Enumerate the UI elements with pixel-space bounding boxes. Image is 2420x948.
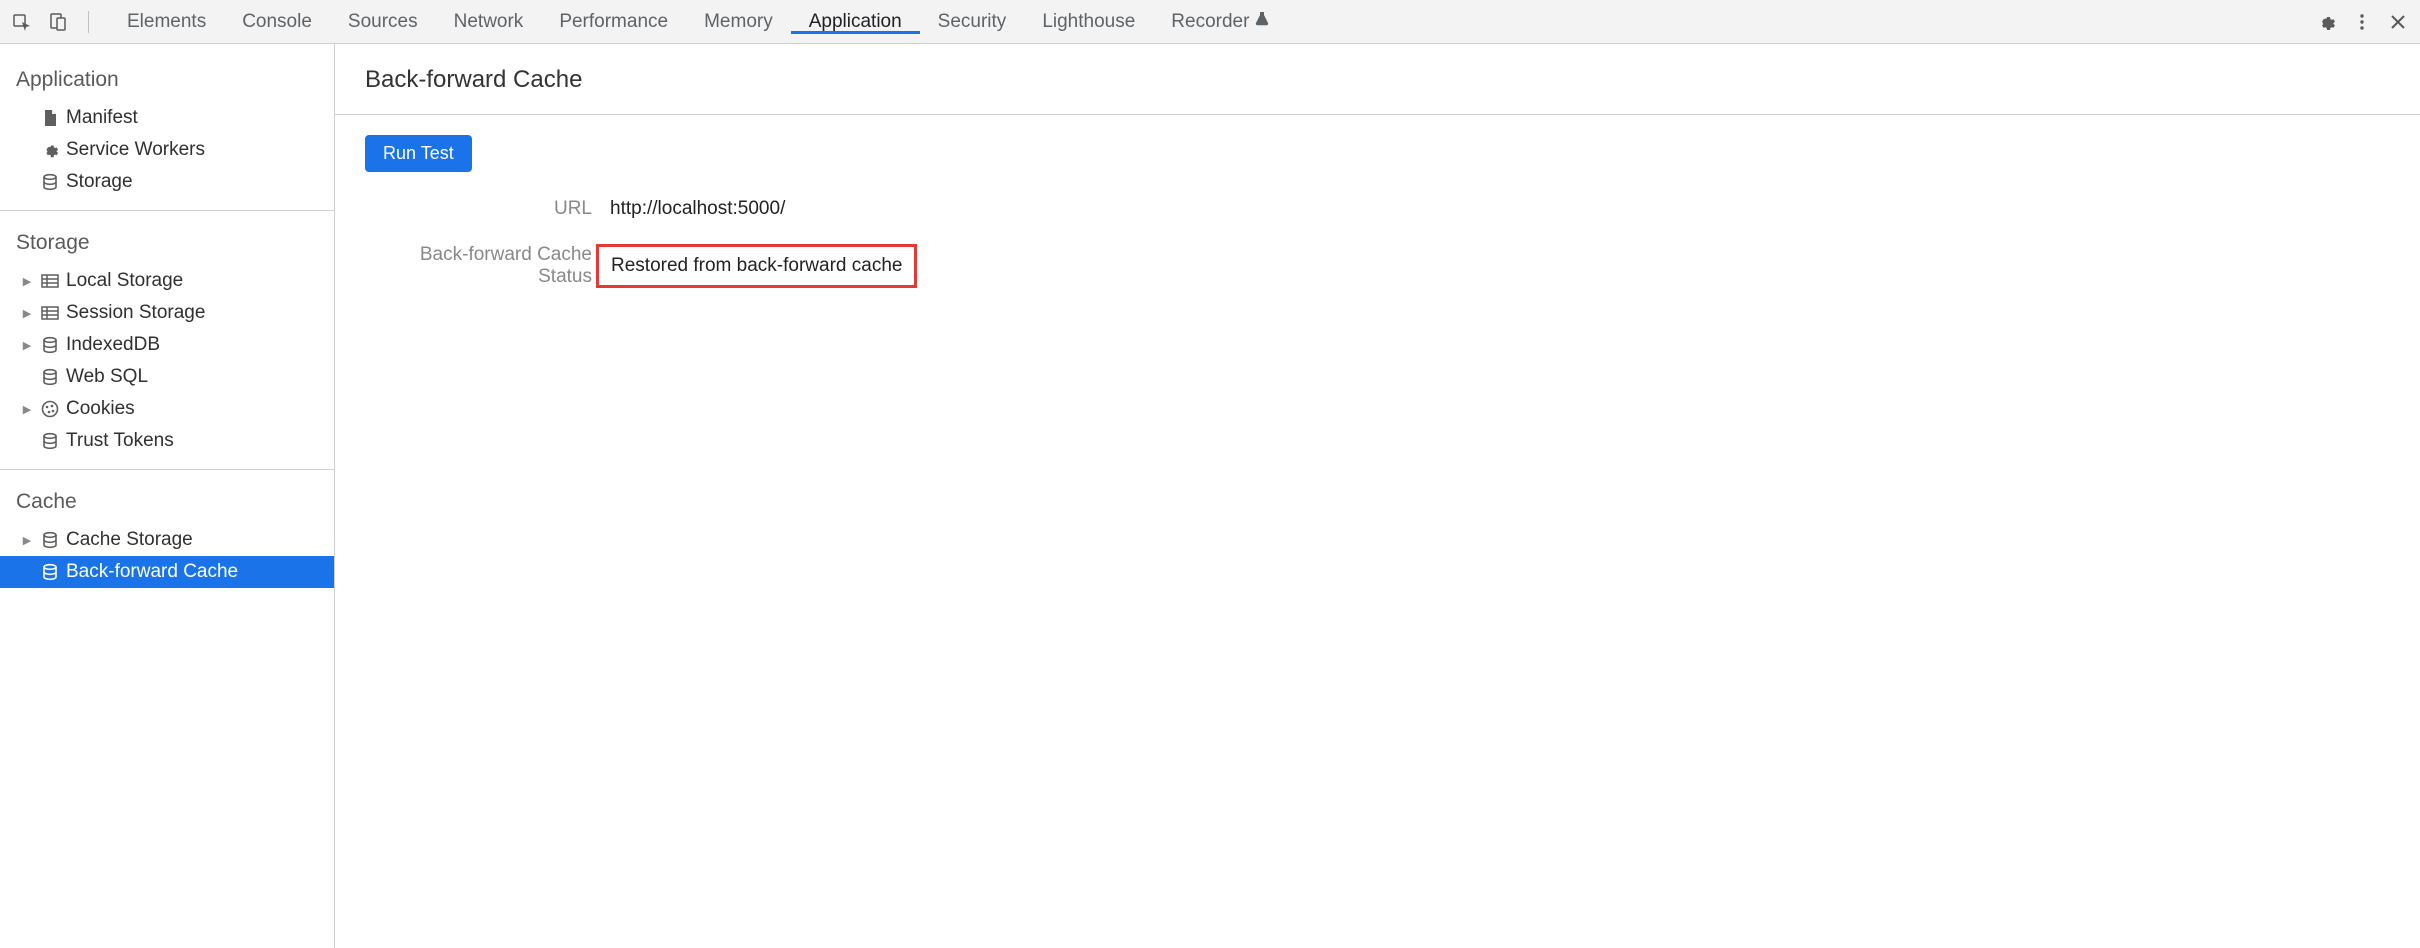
- sidebar-item-label: Cache Storage: [66, 529, 193, 551]
- tab-memory[interactable]: Memory: [686, 11, 791, 33]
- devtools-toolbar: Elements Console Sources Network Perform…: [0, 0, 2420, 44]
- inspect-element-icon[interactable]: [8, 8, 36, 36]
- tab-application[interactable]: Application: [791, 11, 920, 33]
- info-row-status: Back-forward Cache Status Restored from …: [365, 244, 2390, 288]
- tab-label: Security: [938, 11, 1007, 33]
- status-value: Restored from back-forward cache: [596, 244, 917, 288]
- database-icon: [40, 431, 60, 451]
- sidebar-divider: [0, 469, 334, 470]
- info-row-url: URL http://localhost:5000/: [365, 198, 2390, 220]
- database-icon: [40, 367, 60, 387]
- tab-label: Recorder: [1171, 11, 1249, 33]
- tab-recorder[interactable]: Recorder: [1153, 11, 1287, 33]
- sidebar-item-trust-tokens[interactable]: ▶ Trust Tokens: [0, 425, 334, 457]
- table-icon: [40, 303, 60, 323]
- table-icon: [40, 271, 60, 291]
- sidebar-item-label: IndexedDB: [66, 334, 160, 356]
- toolbar-divider: [88, 11, 89, 33]
- run-test-button[interactable]: Run Test: [365, 135, 472, 172]
- application-sidebar: Application ▶ Manifest ▶ Service Workers…: [0, 44, 335, 948]
- expand-arrow-icon[interactable]: ▶: [20, 339, 34, 352]
- sidebar-item-indexeddb[interactable]: ▶ IndexedDB: [0, 329, 334, 361]
- tab-network[interactable]: Network: [436, 11, 542, 33]
- tab-label: Lighthouse: [1042, 11, 1135, 33]
- tab-lighthouse[interactable]: Lighthouse: [1024, 11, 1153, 33]
- sidebar-section-application: Application: [0, 60, 334, 102]
- toolbar-right: [2312, 8, 2412, 36]
- sidebar-section-storage: Storage: [0, 223, 334, 265]
- content-area: Application ▶ Manifest ▶ Service Workers…: [0, 44, 2420, 948]
- tab-label: Sources: [348, 11, 418, 33]
- sidebar-item-label: Service Workers: [66, 139, 205, 161]
- database-icon: [40, 530, 60, 550]
- database-icon: [40, 172, 60, 192]
- sidebar-divider: [0, 210, 334, 211]
- kebab-menu-icon[interactable]: [2348, 8, 2376, 36]
- tab-label: Memory: [704, 11, 773, 33]
- close-icon[interactable]: [2384, 8, 2412, 36]
- database-icon: [40, 562, 60, 582]
- tab-label: Console: [242, 11, 312, 33]
- toolbar-left: Elements Console Sources Network Perform…: [8, 8, 1287, 36]
- sidebar-item-label: Cookies: [66, 398, 135, 420]
- status-label: Back-forward Cache Status: [365, 244, 610, 288]
- expand-arrow-icon[interactable]: ▶: [20, 307, 34, 320]
- url-value: http://localhost:5000/: [610, 198, 785, 220]
- page-title: Back-forward Cache: [335, 44, 2420, 115]
- sidebar-section-cache: Cache: [0, 482, 334, 524]
- sidebar-item-label: Storage: [66, 171, 133, 193]
- url-label: URL: [365, 198, 610, 220]
- expand-arrow-icon[interactable]: ▶: [20, 534, 34, 547]
- sidebar-item-label: Web SQL: [66, 366, 148, 388]
- sidebar-item-back-forward-cache[interactable]: ▶ Back-forward Cache: [0, 556, 334, 588]
- tab-sources[interactable]: Sources: [330, 11, 436, 33]
- sidebar-item-web-sql[interactable]: ▶ Web SQL: [0, 361, 334, 393]
- devtools-tabs: Elements Console Sources Network Perform…: [109, 11, 1287, 33]
- sidebar-item-label: Back-forward Cache: [66, 561, 238, 583]
- sidebar-item-manifest[interactable]: ▶ Manifest: [0, 102, 334, 134]
- sidebar-item-label: Trust Tokens: [66, 430, 174, 452]
- sidebar-item-storage[interactable]: ▶ Storage: [0, 166, 334, 198]
- tab-label: Network: [454, 11, 524, 33]
- tab-performance[interactable]: Performance: [541, 11, 686, 33]
- expand-arrow-icon[interactable]: ▶: [20, 403, 34, 416]
- tab-security[interactable]: Security: [920, 11, 1025, 33]
- flask-icon: [1255, 11, 1269, 33]
- sidebar-item-label: Local Storage: [66, 270, 183, 292]
- tab-label: Performance: [559, 11, 668, 33]
- sidebar-item-service-workers[interactable]: ▶ Service Workers: [0, 134, 334, 166]
- database-icon: [40, 335, 60, 355]
- tab-elements[interactable]: Elements: [109, 11, 224, 33]
- tab-console[interactable]: Console: [224, 11, 330, 33]
- device-toggle-icon[interactable]: [44, 8, 72, 36]
- document-icon: [40, 108, 60, 128]
- main-panel: Back-forward Cache Run Test URL http://l…: [335, 44, 2420, 948]
- tab-label: Application: [809, 11, 902, 33]
- sidebar-item-local-storage[interactable]: ▶ Local Storage: [0, 265, 334, 297]
- tab-label: Elements: [127, 11, 206, 33]
- sidebar-item-session-storage[interactable]: ▶ Session Storage: [0, 297, 334, 329]
- info-table: URL http://localhost:5000/ Back-forward …: [365, 198, 2390, 288]
- gear-icon: [40, 140, 60, 160]
- cookie-icon: [40, 399, 60, 419]
- settings-icon[interactable]: [2312, 8, 2340, 36]
- sidebar-item-label: Manifest: [66, 107, 138, 129]
- sidebar-item-cache-storage[interactable]: ▶ Cache Storage: [0, 524, 334, 556]
- expand-arrow-icon[interactable]: ▶: [20, 275, 34, 288]
- sidebar-item-cookies[interactable]: ▶ Cookies: [0, 393, 334, 425]
- sidebar-item-label: Session Storage: [66, 302, 205, 324]
